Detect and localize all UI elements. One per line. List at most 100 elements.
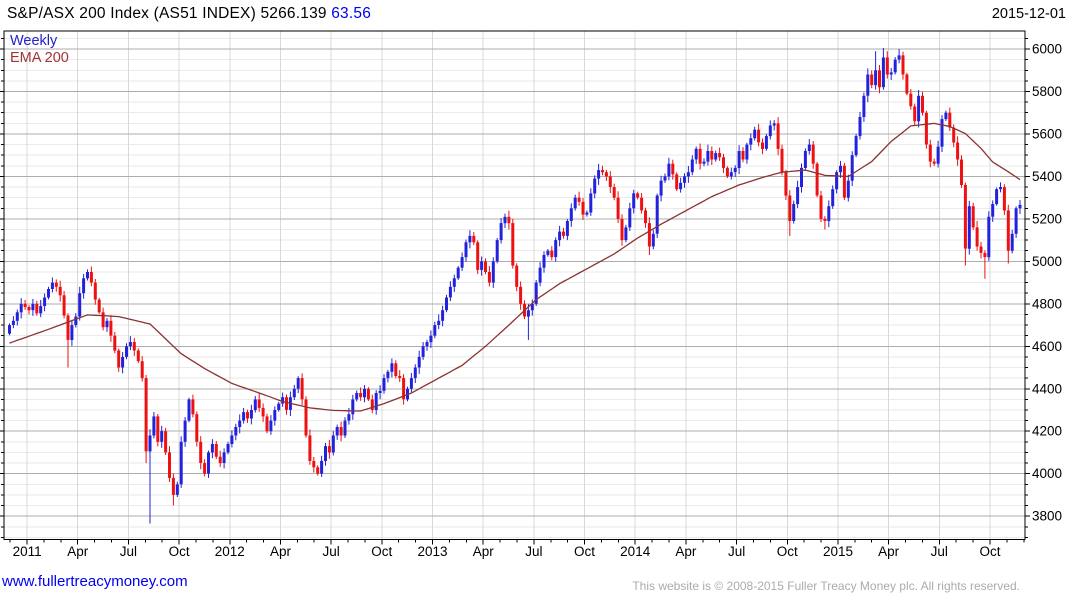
- candle: [164, 431, 168, 453]
- candle: [58, 286, 62, 296]
- candle: [191, 399, 195, 415]
- candle: [175, 484, 179, 495]
- x-axis-label: Apr: [878, 544, 900, 559]
- candle: [991, 204, 995, 217]
- candle: [839, 165, 842, 173]
- y-axis-label: 5200: [1032, 211, 1062, 226]
- candle: [11, 320, 15, 325]
- candle: [351, 399, 355, 415]
- x-axis-label: 2014: [620, 544, 651, 559]
- candle: [690, 159, 694, 173]
- candle: [23, 303, 27, 307]
- candle: [917, 95, 921, 122]
- candle: [628, 208, 632, 228]
- candle: [753, 129, 757, 139]
- candle: [963, 184, 967, 249]
- candle: [425, 342, 429, 347]
- candle: [398, 376, 402, 379]
- candle: [733, 167, 737, 173]
- candle: [597, 170, 601, 179]
- x-axis-label: Oct: [777, 544, 798, 559]
- candle: [807, 144, 811, 151]
- candle: [433, 325, 437, 336]
- price-change: 63.56: [331, 5, 372, 22]
- candle: [538, 267, 542, 283]
- candle: [850, 155, 854, 181]
- candle: [249, 410, 253, 419]
- candle: [214, 444, 218, 457]
- candle: [901, 55, 905, 75]
- x-axis-label: Apr: [675, 544, 697, 559]
- candle: [975, 227, 979, 247]
- y-axis-ticks: [0, 37, 1030, 538]
- candle: [710, 151, 714, 160]
- candle: [612, 187, 616, 198]
- candle: [1018, 204, 1022, 209]
- candle: [831, 189, 835, 207]
- candle: [89, 272, 93, 283]
- candle: [636, 193, 640, 198]
- x-axis-label: Oct: [371, 544, 392, 559]
- candle: [152, 416, 156, 436]
- candle: [749, 138, 753, 145]
- candle: [27, 307, 31, 311]
- chart-title: S&P/ASX 200 Index (AS51 INDEX) 5266.139 …: [7, 5, 371, 23]
- candle: [979, 246, 983, 253]
- candle: [667, 163, 671, 177]
- candle: [776, 123, 780, 149]
- candle: [300, 378, 304, 400]
- candle: [312, 460, 316, 468]
- candle: [187, 399, 191, 421]
- candle: [659, 180, 663, 196]
- x-axis-label: Apr: [473, 544, 495, 559]
- candle: [803, 151, 807, 168]
- candle: [640, 197, 644, 211]
- candle: [183, 420, 187, 442]
- candle: [589, 193, 593, 213]
- candle: [772, 123, 776, 126]
- candle: [499, 223, 503, 241]
- candle: [679, 182, 683, 190]
- candle: [1014, 208, 1018, 234]
- candle: [644, 210, 647, 224]
- candle: [31, 303, 35, 311]
- candle: [160, 431, 164, 442]
- candle: [686, 172, 690, 177]
- x-axis-label: Jul: [728, 544, 745, 559]
- candle: [296, 378, 300, 389]
- candle: [983, 252, 987, 258]
- candle: [768, 125, 772, 137]
- x-axis-label: Oct: [979, 544, 1000, 559]
- chart-window: S&P/ASX 200 Index (AS51 INDEX) 5266.139 …: [0, 0, 1075, 600]
- candle: [885, 57, 889, 75]
- candle: [737, 151, 741, 168]
- candle: [484, 261, 487, 272]
- candle: [343, 420, 347, 436]
- candle: [675, 174, 679, 190]
- candle: [1010, 233, 1014, 251]
- x-axis-label: Oct: [574, 544, 595, 559]
- candle: [113, 335, 117, 351]
- y-axis-label: 4200: [1032, 424, 1062, 439]
- candle: [226, 444, 230, 453]
- candle: [913, 106, 917, 122]
- candle: [199, 441, 203, 463]
- candle: [128, 342, 132, 347]
- candle: [261, 407, 265, 417]
- candle: [663, 176, 667, 181]
- candle: [620, 218, 624, 241]
- candle: [324, 446, 327, 461]
- candle: [565, 221, 569, 236]
- candle: [156, 416, 160, 442]
- candle: [683, 176, 686, 183]
- candle: [421, 346, 425, 357]
- candle: [1006, 210, 1010, 251]
- candle: [928, 144, 932, 162]
- candle: [320, 460, 324, 474]
- candle: [874, 70, 878, 86]
- candle: [796, 187, 800, 205]
- candle: [132, 342, 136, 351]
- candle: [757, 129, 761, 143]
- candle: [230, 435, 234, 444]
- website-link[interactable]: www.fullertreacymoney.com: [2, 573, 188, 590]
